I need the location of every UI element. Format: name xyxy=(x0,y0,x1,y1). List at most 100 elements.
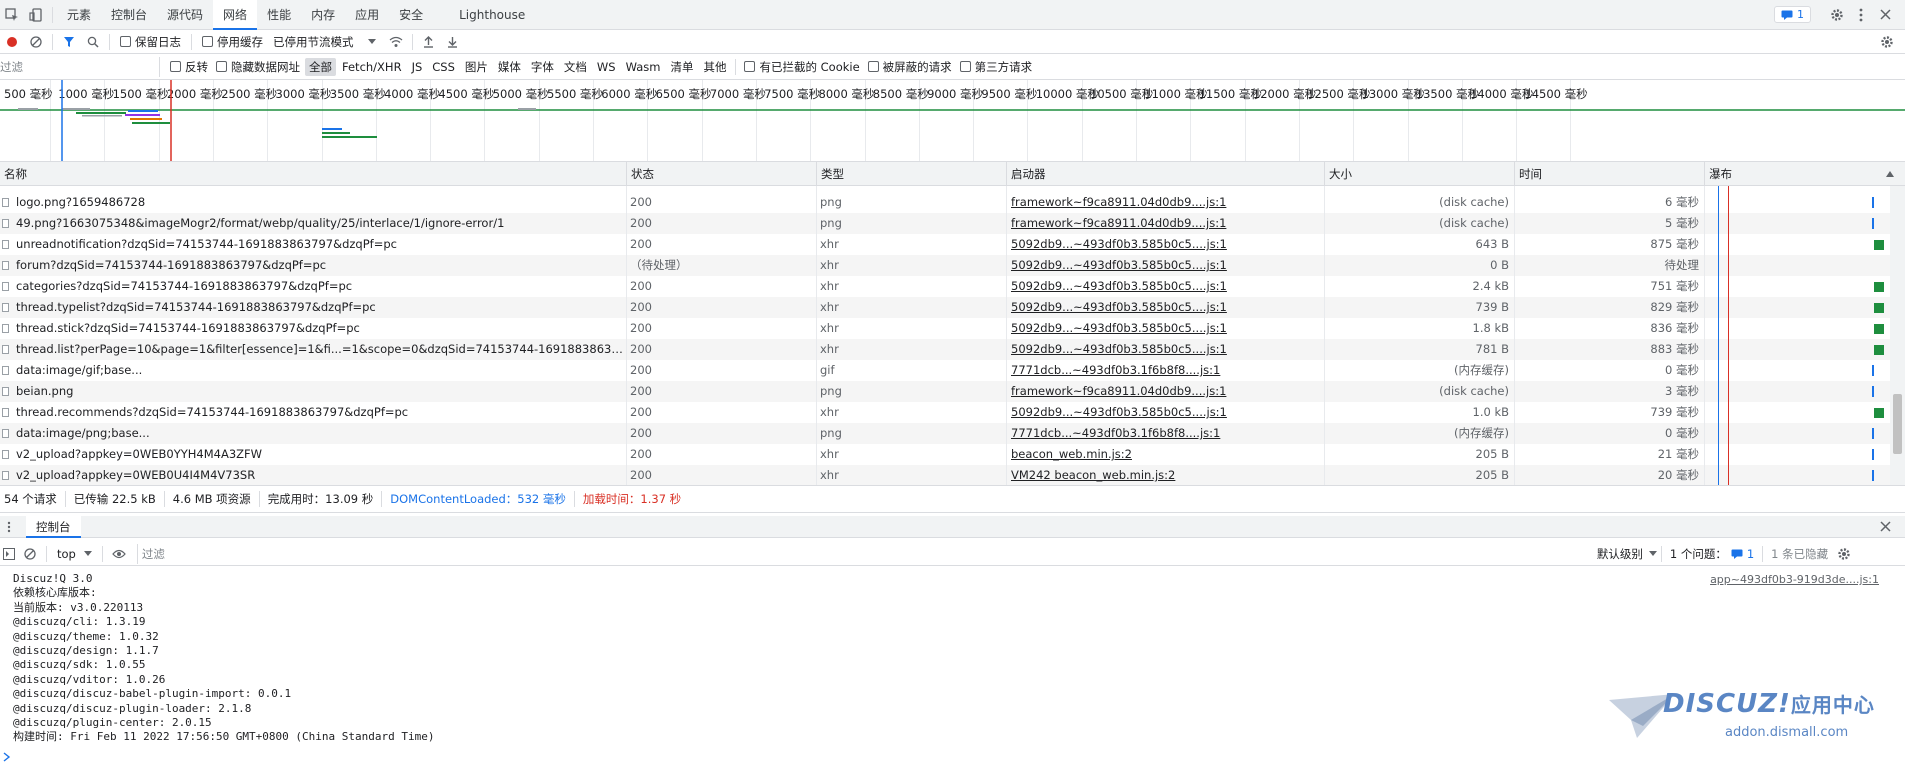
device-toolbar-icon[interactable] xyxy=(24,4,48,26)
drawer-menu-icon[interactable] xyxy=(0,516,18,538)
table-row[interactable]: data:image/gif;base... 200 gif 7771dcb...~4… xyxy=(0,360,1905,381)
context-select[interactable]: top xyxy=(57,547,92,561)
tab-7[interactable]: 安全 xyxy=(389,0,433,30)
clear-icon[interactable] xyxy=(24,31,48,53)
type-filter-8[interactable]: WS xyxy=(593,59,620,75)
checkbox-box[interactable] xyxy=(867,61,879,72)
cell-initiator[interactable]: 5092db9...~493df0b3.585b0c5....js:1 xyxy=(1011,318,1321,339)
table-row[interactable]: v2_upload?appkey=0WEB0YYH4M4A3ZFW 200 xhr b… xyxy=(0,444,1905,465)
clear-console-icon[interactable] xyxy=(18,543,42,565)
cell-initiator[interactable]: 5092db9...~493df0b3.585b0c5....js:1 xyxy=(1011,276,1321,297)
tab-5[interactable]: 内存 xyxy=(301,0,345,30)
search-icon[interactable] xyxy=(81,31,105,53)
cell-initiator[interactable]: 5092db9...~493df0b3.585b0c5....js:1 xyxy=(1011,402,1321,423)
tab-8[interactable]: Lighthouse xyxy=(433,0,535,30)
cell-initiator[interactable]: VM242 beacon_web.min.js:2 xyxy=(1011,465,1321,485)
table-row[interactable]: v2_upload?appkey=0WEB0U4I4M4V73SR 200 xhr V… xyxy=(0,465,1905,485)
type-filter-1[interactable]: Fetch/XHR xyxy=(338,59,406,75)
settings-gear-icon[interactable] xyxy=(1825,4,1849,26)
filter-input[interactable]: 过滤 xyxy=(0,56,160,77)
throttling-select[interactable]: 已停用节流模式 xyxy=(273,34,376,50)
column-header-initiator[interactable]: 启动器 xyxy=(1006,162,1324,186)
type-filter-9[interactable]: Wasm xyxy=(622,59,665,75)
network-overview[interactable]: 500 毫秒 1000 毫秒 1500 毫秒 2000 毫秒 2500 毫秒 3000 毫… xyxy=(0,80,1905,162)
console-filter-input[interactable]: 过滤 xyxy=(136,543,1587,564)
column-header-time[interactable]: 时间 xyxy=(1514,162,1704,186)
console-settings-gear-icon[interactable] xyxy=(1832,543,1856,565)
checkbox-box[interactable] xyxy=(216,61,227,72)
tab-6[interactable]: 应用 xyxy=(345,0,389,30)
cell-name[interactable]: logo.png?1659486728 xyxy=(0,192,626,213)
table-row[interactable]: forum?dzqSid=74153744-1691883863797&dzqP… xyxy=(0,255,1905,276)
checkbox-box[interactable] xyxy=(959,61,971,72)
cell-initiator[interactable]: framework~f9ca8911.04d0db9....js:1 xyxy=(1011,192,1321,213)
scrollbar-thumb[interactable] xyxy=(1893,394,1902,454)
table-row[interactable]: thread.recommends?dzqSid=74153744-169188… xyxy=(0,402,1905,423)
blocked-requests-checkbox[interactable]: 被屏蔽的请求 xyxy=(867,59,952,75)
cell-name[interactable]: v2_upload?appkey=0WEB0YYH4M4A3ZFW xyxy=(0,444,626,465)
cell-name[interactable]: thread.recommends?dzqSid=74153744-169188… xyxy=(0,402,626,423)
cell-name[interactable]: categories?dzqSid=74153744-1691883863797… xyxy=(0,276,626,297)
inspect-element-icon[interactable] xyxy=(0,4,24,26)
tab-3[interactable]: 网络 xyxy=(213,0,258,30)
cell-initiator[interactable]: framework~f9ca8911.04d0db9....js:1 xyxy=(1011,381,1321,402)
cell-initiator[interactable]: 7771dcb...~493df0b3.1f6b8f8....js:1 xyxy=(1011,360,1321,381)
console-source-link[interactable]: app~493df0b3-919d3de....js:1 xyxy=(1710,573,1879,587)
checkbox-box[interactable] xyxy=(170,61,181,72)
third-party-checkbox[interactable]: 第三方请求 xyxy=(959,59,1032,75)
invert-checkbox[interactable]: 反转 xyxy=(170,59,208,75)
table-row[interactable]: thread.typelist?dzqSid=74153744-16918838… xyxy=(0,297,1905,318)
cell-initiator[interactable]: framework~f9ca8911.04d0db9....js:1 xyxy=(1011,213,1321,234)
console-issues-button[interactable]: 1 个问题： 1 xyxy=(1670,546,1754,562)
checkbox-box[interactable] xyxy=(120,36,131,47)
type-filter-5[interactable]: 媒体 xyxy=(494,58,525,76)
close-devtools-icon[interactable] xyxy=(1873,4,1897,26)
more-options-icon[interactable] xyxy=(1849,4,1873,26)
cell-name[interactable]: beian.png xyxy=(0,381,626,402)
cell-initiator[interactable]: 5092db9...~493df0b3.585b0c5....js:1 xyxy=(1011,234,1321,255)
preserve-log-checkbox[interactable]: 保留日志 xyxy=(120,34,181,50)
column-header-name[interactable]: 名称 xyxy=(0,162,626,186)
tab-4[interactable]: 性能 xyxy=(257,0,301,30)
cell-name[interactable]: 49.png?1663075348&imageMogr2/format/webp… xyxy=(0,213,626,234)
filter-funnel-icon[interactable] xyxy=(57,31,81,53)
cell-initiator[interactable]: 5092db9...~493df0b3.585b0c5....js:1 xyxy=(1011,255,1321,276)
drawer-tab-console[interactable]: 控制台 xyxy=(26,515,81,538)
table-row[interactable]: thread.stick?dzqSid=74153744-16918838637… xyxy=(0,318,1905,339)
blocked-cookies-checkbox[interactable]: 有已拦截的 Cookie xyxy=(744,59,860,75)
type-filter-10[interactable]: 清单 xyxy=(666,58,697,76)
hide-data-urls-checkbox[interactable]: 隐藏数据网址 xyxy=(216,59,300,75)
table-row[interactable]: beian.png 200 png framework~f9ca8911.04d0db… xyxy=(0,381,1905,402)
table-row[interactable]: data:image/png;base... 200 png 7771dcb...~4… xyxy=(0,423,1905,444)
checkbox-box[interactable] xyxy=(202,36,213,47)
table-row[interactable]: 49.png?1663075348&imageMogr2/format/webp… xyxy=(0,213,1905,234)
table-scrollbar[interactable] xyxy=(1890,186,1905,485)
column-header-status[interactable]: 状态 xyxy=(626,162,816,186)
cell-name[interactable]: thread.stick?dzqSid=74153744-16918838637… xyxy=(0,318,626,339)
close-drawer-icon[interactable] xyxy=(1873,516,1897,538)
cell-name[interactable]: data:image/gif;base... xyxy=(0,360,626,381)
type-filter-0[interactable]: 全部 xyxy=(305,57,336,76)
cell-name[interactable]: data:image/png;base... xyxy=(0,423,626,444)
issues-badge[interactable]: 1 xyxy=(1774,6,1811,23)
console-sidebar-icon[interactable] xyxy=(0,543,18,565)
cell-initiator[interactable]: 5092db9...~493df0b3.585b0c5....js:1 xyxy=(1011,297,1321,318)
disable-cache-checkbox[interactable]: 停用缓存 xyxy=(202,34,263,50)
tab-2[interactable]: 源代码 xyxy=(157,0,213,30)
table-row[interactable]: unreadnotification?dzqSid=74153744-16918… xyxy=(0,234,1905,255)
network-settings-gear-icon[interactable] xyxy=(1875,31,1899,53)
table-row[interactable]: thread.list?perPage=10&page=1&filter[ess… xyxy=(0,339,1905,360)
column-header-type[interactable]: 类型 xyxy=(816,162,1006,186)
cell-initiator[interactable]: beacon_web.min.js:2 xyxy=(1011,444,1321,465)
table-row[interactable]: categories?dzqSid=74153744-1691883863797… xyxy=(0,276,1905,297)
type-filter-6[interactable]: 字体 xyxy=(527,58,558,76)
tab-1[interactable]: 控制台 xyxy=(101,0,157,30)
cell-initiator[interactable]: 5092db9...~493df0b3.585b0c5....js:1 xyxy=(1011,339,1321,360)
checkbox-box[interactable] xyxy=(744,61,756,72)
type-filter-3[interactable]: CSS xyxy=(428,59,459,75)
log-levels-select[interactable]: 默认级别 xyxy=(1597,546,1657,562)
cell-name[interactable]: v2_upload?appkey=0WEB0U4I4M4V73SR xyxy=(0,465,626,485)
type-filter-2[interactable]: JS xyxy=(408,59,427,75)
column-header-waterfall[interactable]: 瀑布 xyxy=(1704,162,1884,186)
record-icon[interactable] xyxy=(0,31,24,53)
